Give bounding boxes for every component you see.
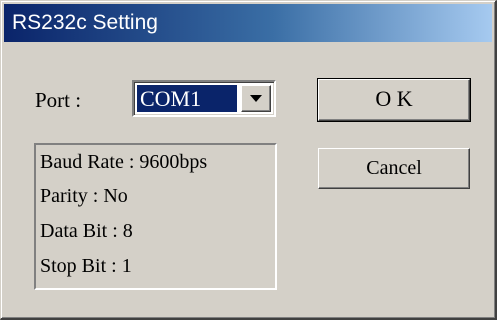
cancel-button[interactable]: Cancel bbox=[318, 148, 470, 189]
data-bit-text: Data Bit : 8 bbox=[40, 220, 133, 242]
port-select-value[interactable]: COM1 bbox=[137, 85, 237, 112]
title-bar[interactable]: RS232c Setting bbox=[4, 4, 492, 42]
baud-rate-text: Baud Rate : 9600bps bbox=[40, 151, 208, 173]
stop-bit-text: Stop Bit : 1 bbox=[40, 255, 132, 277]
rs232c-setting-dialog: RS232c Setting Port : COM1 Baud Rate : 9… bbox=[0, 0, 497, 320]
ok-button[interactable]: O K bbox=[317, 78, 471, 122]
port-select[interactable]: COM1 bbox=[132, 80, 276, 117]
window-title: RS232c Setting bbox=[12, 11, 158, 34]
chevron-down-icon[interactable] bbox=[241, 85, 271, 112]
parity-text: Parity : No bbox=[40, 185, 128, 207]
settings-info-box: Baud Rate : 9600bps Parity : No Data Bit… bbox=[34, 143, 277, 290]
port-label: Port : bbox=[35, 88, 82, 112]
